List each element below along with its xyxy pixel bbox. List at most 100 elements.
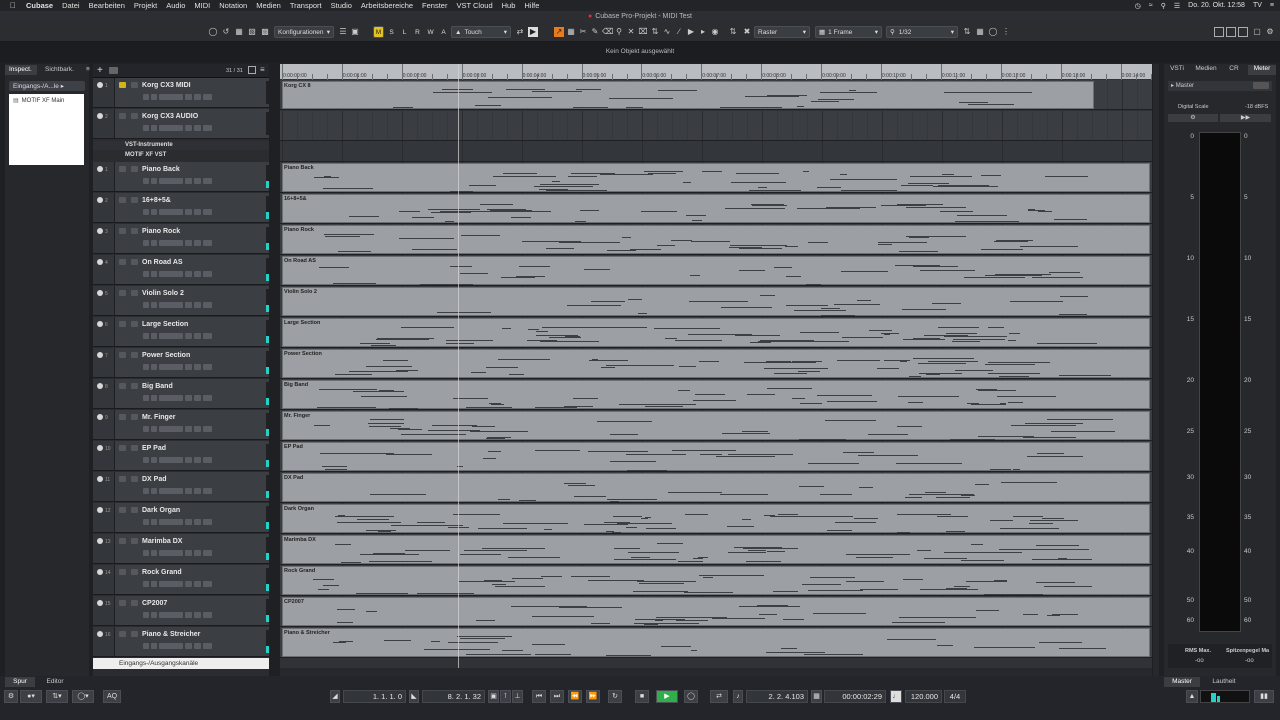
read-state-button[interactable]: R (412, 26, 423, 38)
menu-hilfe[interactable]: Hilfe (524, 1, 539, 10)
track-monitor-button[interactable] (119, 476, 126, 482)
track-row[interactable]: 2 Korg CX3 AUDIO (93, 109, 269, 139)
track-lane[interactable]: Piano Rock (280, 224, 1152, 255)
track-activity-icon[interactable] (97, 259, 103, 265)
settings-icon[interactable]: ⚙ (4, 690, 18, 703)
edit-button[interactable] (203, 519, 212, 525)
sync-icon[interactable]: ⇄ (710, 690, 728, 703)
record-button[interactable]: ◯ (684, 690, 698, 703)
mute-button[interactable] (143, 271, 149, 277)
channel-slot[interactable] (159, 178, 183, 184)
grid-type-dropdown[interactable]: ▦ 1 Frame ▾ (815, 26, 882, 38)
write-button[interactable] (194, 209, 201, 215)
track-row[interactable]: 1 Piano Back (93, 162, 269, 192)
solo-button[interactable] (151, 209, 157, 215)
track-activity-icon[interactable] (97, 445, 103, 451)
track-record-button[interactable] (131, 414, 138, 420)
track-monitor-button[interactable] (119, 166, 126, 172)
track-name[interactable]: Violin Solo 2 (142, 290, 184, 297)
mute-button[interactable] (143, 240, 149, 246)
track-name[interactable]: EP Pad (142, 445, 166, 452)
iterative-quantize-icon[interactable]: ▦ (975, 27, 985, 37)
track-name[interactable]: 16+8+5& (142, 197, 171, 204)
project-cursor[interactable] (458, 64, 459, 676)
track-name[interactable]: On Road AS (142, 259, 183, 266)
track-record-button[interactable] (131, 445, 138, 451)
list-icon[interactable]: ☰ (338, 27, 348, 37)
auto-quantize-button[interactable]: AQ (103, 690, 121, 703)
midi-part[interactable]: 16+8+5& (282, 194, 1150, 223)
read-button[interactable] (185, 457, 192, 463)
midi-part[interactable]: Violin Solo 2 (282, 287, 1150, 316)
folder-vst-instruments[interactable]: VST-Instrumente (93, 141, 269, 150)
play-button[interactable]: ▶ (656, 690, 678, 703)
solo-button[interactable] (151, 426, 157, 432)
mute-button[interactable] (143, 550, 149, 556)
track-name[interactable]: DX Pad (142, 476, 167, 483)
track-monitor-button[interactable] (119, 569, 126, 575)
track-presets-icon[interactable] (109, 67, 118, 74)
track-record-button[interactable] (131, 569, 138, 575)
draw-tool-icon[interactable]: ✎ (590, 27, 600, 37)
left-locator-field[interactable]: 1. 1. 1. 0 (343, 690, 406, 703)
write-button[interactable] (194, 333, 201, 339)
time-format-icon[interactable]: ▦ (811, 690, 822, 703)
edit-button[interactable] (1253, 82, 1269, 89)
track-record-button[interactable] (131, 228, 138, 234)
read-button[interactable] (185, 178, 192, 184)
write-button[interactable] (194, 643, 201, 649)
right-zone-toggle-icon[interactable] (1238, 27, 1248, 37)
menu-projekt[interactable]: Projekt (134, 1, 157, 10)
track-activity-icon[interactable] (97, 569, 103, 575)
track-row[interactable]: 14 Rock Grand (93, 565, 269, 595)
io-channels-folder[interactable]: Eingangs-/Ausgangskanäle (93, 658, 269, 669)
write-button[interactable] (194, 271, 201, 277)
write-button[interactable] (194, 581, 201, 587)
track-lane[interactable]: Dark Organ (280, 503, 1152, 534)
track-name[interactable]: Korg CX3 MIDI (142, 82, 191, 89)
automation-mode-dropdown[interactable]: ▲ Touch ▾ (451, 26, 511, 38)
track-lane[interactable] (280, 141, 1152, 162)
track-record-button[interactable] (131, 166, 138, 172)
track-monitor-button[interactable] (119, 113, 126, 119)
range-tool-icon[interactable]: ▦ (566, 27, 576, 37)
track-record-button[interactable] (131, 352, 138, 358)
tempo-field[interactable]: 120.000 (905, 690, 942, 703)
edit-button[interactable] (203, 581, 212, 587)
midi-part[interactable]: Piano & Streicher (282, 628, 1150, 657)
track-monitor-button[interactable] (119, 538, 126, 544)
edit-tool-icon[interactable]: ▶ (528, 27, 538, 37)
track-monitor-button[interactable] (119, 600, 126, 606)
midi-part[interactable]: Rock Grand (282, 566, 1150, 595)
track-record-button[interactable] (131, 321, 138, 327)
channel-slot[interactable] (159, 94, 183, 100)
edit-button[interactable] (203, 271, 212, 277)
right-locator-field[interactable]: 8. 2. 1. 32 (422, 690, 485, 703)
write-state-button[interactable]: W (425, 26, 436, 38)
midi-part[interactable]: Mr. Finger (282, 411, 1150, 440)
solo-button[interactable] (151, 519, 157, 525)
read-button[interactable] (185, 364, 192, 370)
solo-button[interactable] (151, 125, 157, 131)
menu-medien[interactable]: Medien (256, 1, 281, 10)
track-lane[interactable] (280, 111, 1152, 141)
tab-meter[interactable]: Meter (1248, 65, 1276, 75)
solo-state-button[interactable]: S (386, 26, 397, 38)
add-track-icon[interactable]: + (97, 65, 103, 76)
color-tool-icon[interactable]: ◉ (710, 27, 720, 37)
channel-slot[interactable] (159, 271, 183, 277)
solo-button[interactable] (151, 178, 157, 184)
track-activity-icon[interactable] (97, 352, 103, 358)
cycle-button[interactable]: ↻ (608, 690, 622, 703)
track-lane[interactable]: Big Band (280, 379, 1152, 410)
tab-loudness[interactable]: Lautheit (1204, 677, 1244, 687)
split-tool-icon[interactable]: ✂ (578, 27, 588, 37)
track-activity-icon[interactable] (97, 166, 103, 172)
track-name[interactable]: Power Section (142, 352, 190, 359)
edit-button[interactable] (203, 209, 212, 215)
midi-part[interactable]: Power Section (282, 349, 1150, 378)
stop-button[interactable]: ■ (635, 690, 649, 703)
tab-editor[interactable]: Editor (38, 677, 72, 687)
track-monitor-button[interactable] (119, 290, 126, 296)
rewind-button[interactable]: ⏪ (568, 690, 582, 703)
